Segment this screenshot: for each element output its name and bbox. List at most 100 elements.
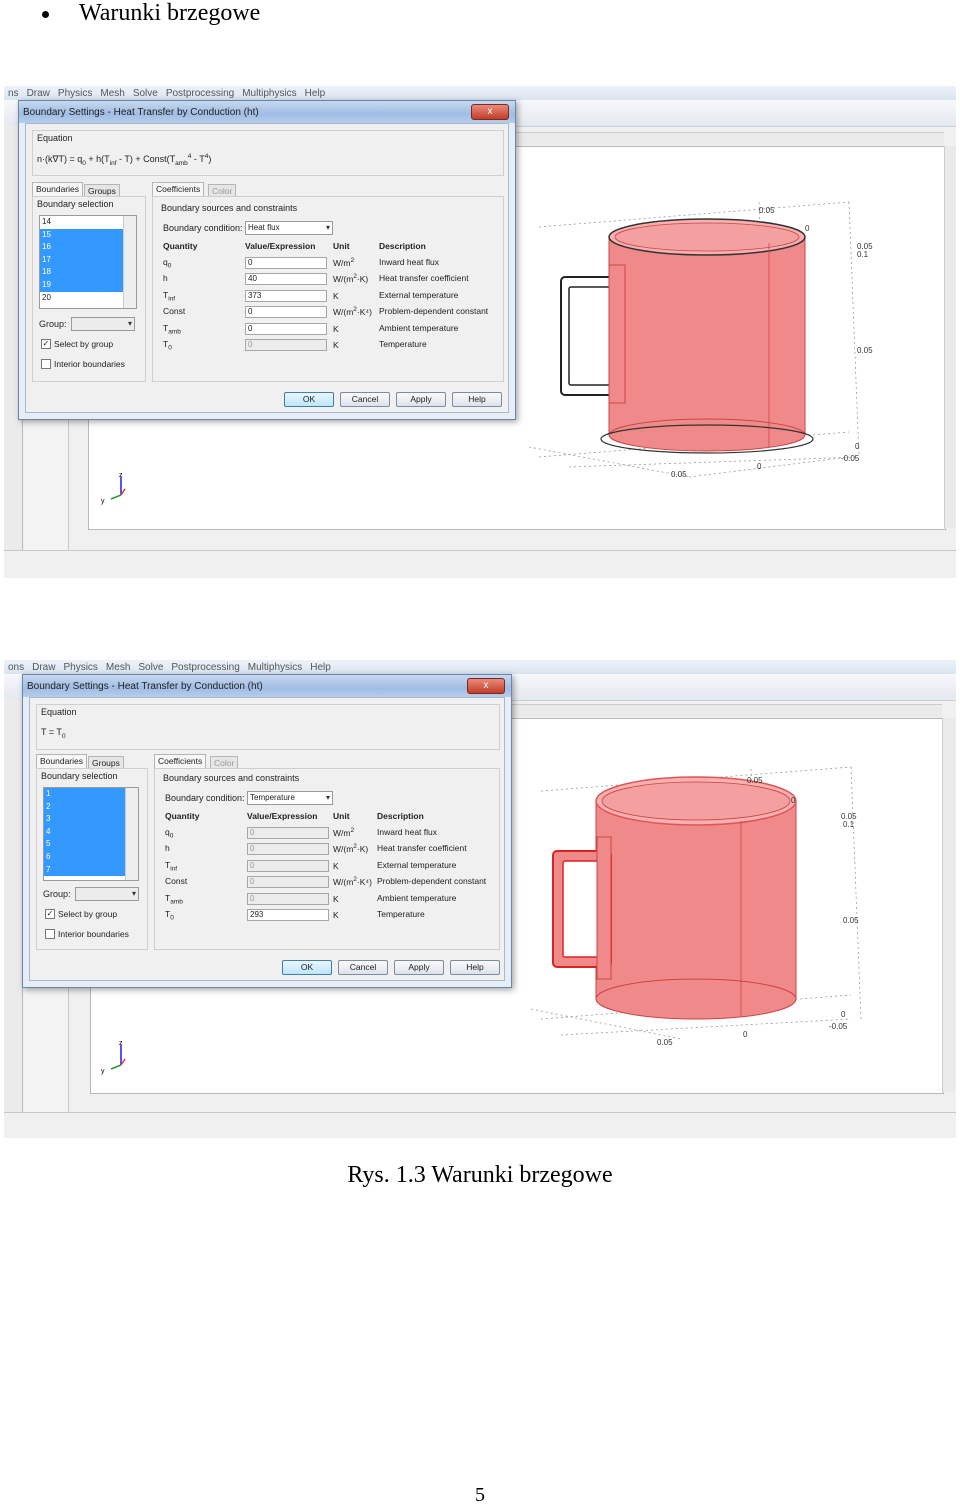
dialog-body: Equation n·(k∇T) = q0 + h(Tinf - T) + Co… [25, 123, 509, 413]
list-item[interactable]: 1 [44, 788, 126, 801]
list-item[interactable]: 5 [44, 838, 126, 851]
ok-button[interactable]: OK [282, 960, 332, 975]
value-field[interactable]: 0 [247, 876, 329, 889]
select-by-group-checkbox[interactable]: ✓ Select by group [41, 339, 113, 349]
boundary-list[interactable]: 14 15 16 17 18 19 20 [39, 215, 137, 309]
value-field[interactable]: 0 [245, 306, 327, 319]
vertical-scrollbar[interactable] [942, 718, 955, 1092]
apply-button[interactable]: Apply [394, 960, 444, 975]
interior-boundaries-checkbox[interactable]: Interior boundaries [45, 929, 129, 939]
tab-boundaries[interactable]: Boundaries [36, 754, 88, 768]
value-field[interactable]: 0 [247, 827, 329, 839]
list-item[interactable]: 18 [40, 266, 124, 279]
cancel-button[interactable]: Cancel [338, 960, 388, 975]
tick-label: 0.1 [857, 250, 869, 259]
description-cell: Heat transfer coefficient [377, 843, 467, 854]
menu-item[interactable]: Mesh [100, 88, 124, 99]
menu-item[interactable]: Draw [32, 662, 55, 673]
menu-item[interactable]: Multiphysics [248, 662, 302, 673]
list-scrollbar[interactable] [125, 788, 138, 880]
list-item[interactable]: 4 [44, 825, 126, 839]
tick-label: 0 [805, 224, 810, 233]
help-button[interactable]: Help [450, 960, 500, 975]
boundary-condition-select[interactable]: Heat flux [245, 221, 333, 235]
quantity-cell: Tinf [163, 289, 176, 303]
description-cell: External temperature [379, 289, 459, 300]
vertical-scrollbar[interactable] [944, 146, 956, 528]
tick-label: 0.05 [759, 206, 775, 215]
quantity-cell: T0 [163, 339, 172, 352]
unit-cell: K [333, 893, 339, 904]
value-field[interactable]: 0 [247, 843, 329, 856]
menu-item[interactable]: ns [8, 88, 19, 99]
list-item[interactable]: 17 [40, 253, 124, 267]
list-item[interactable]: 3 [44, 813, 126, 826]
value-field[interactable]: 40 [245, 273, 327, 286]
list-item[interactable]: 2 [44, 800, 126, 814]
boundaries-panel: Boundary selection 14 15 16 17 18 19 20 Group:… [32, 196, 146, 382]
menu-item[interactable]: Draw [27, 88, 50, 99]
menu-item[interactable]: Postprocessing [171, 662, 239, 673]
list-item[interactable]: 15 [40, 228, 124, 242]
boundary-list[interactable]: 1234567 [43, 787, 139, 881]
value-field[interactable]: 0 [247, 859, 329, 872]
equation-label: Equation [41, 707, 77, 717]
dialog-title: Boundary Settings - Heat Transfer by Con… [19, 101, 515, 123]
group-select[interactable] [71, 317, 135, 331]
close-button[interactable]: x [471, 104, 509, 120]
menu-item[interactable]: Solve [138, 662, 163, 673]
list-scrollbar[interactable] [123, 216, 136, 308]
close-button[interactable]: x [467, 678, 505, 694]
value-field[interactable]: 0 [245, 257, 327, 269]
value-field[interactable]: 0 [245, 339, 327, 351]
list-item[interactable]: 19 [40, 278, 124, 292]
list-item[interactable]: 20 [40, 292, 124, 305]
help-button[interactable]: Help [452, 392, 502, 407]
quantity-cell: Const [165, 876, 188, 887]
group-select[interactable] [75, 887, 139, 901]
menu-item[interactable]: Multiphysics [242, 88, 296, 99]
value-field[interactable]: 293 [247, 909, 329, 921]
select-by-group-checkbox[interactable]: ✓ Select by group [45, 909, 117, 919]
value-field[interactable]: 0 [245, 322, 327, 335]
draw-toolbar [24, 416, 69, 552]
section-heading: Warunki brzegowe [42, 0, 260, 27]
list-item[interactable]: 14 [40, 216, 124, 229]
list-item[interactable]: 16 [40, 241, 124, 254]
list-item[interactable]: 7 [44, 863, 126, 877]
tick-label: 0.05 [747, 776, 763, 785]
menu-item[interactable]: Solve [133, 88, 158, 99]
quantity-cell: q0 [165, 827, 174, 840]
axis-label-z: z [119, 472, 123, 479]
description-cell: Inward heat flux [379, 257, 440, 267]
menu-item[interactable]: Mesh [106, 662, 130, 673]
menu-item[interactable]: Physics [58, 88, 92, 99]
ok-button[interactable]: OK [284, 392, 334, 407]
left-toolbar [4, 700, 23, 1120]
value-field[interactable]: 0 [247, 892, 329, 905]
checkbox-label: Interior boundaries [58, 929, 129, 939]
menu-item[interactable]: ons [8, 662, 24, 673]
tab-coefficients[interactable]: Coefficients [152, 182, 205, 196]
tab-coefficients[interactable]: Coefficients [154, 754, 207, 768]
cancel-button[interactable]: Cancel [340, 392, 390, 407]
header-unit: Unit [333, 241, 350, 251]
tick-label: 0 [791, 796, 796, 805]
interior-boundaries-checkbox[interactable]: Interior boundaries [41, 359, 125, 369]
menu-item[interactable]: Postprocessing [166, 88, 234, 99]
boundaries-panel: Boundary selection 1234567 Group: ✓Selec… [36, 768, 148, 950]
boundary-settings-dialog: Boundary Settings - Heat Transfer by Con… [18, 100, 516, 420]
menu-item[interactable]: Help [305, 88, 326, 99]
tab-boundaries[interactable]: Boundaries [32, 182, 84, 196]
mug-shape [560, 218, 814, 454]
boundary-condition-select[interactable]: Temperature [247, 791, 333, 805]
menu-bar: ons Draw Physics Mesh Solve Postprocessing Mul… [4, 660, 956, 674]
menu-item[interactable]: Physics [63, 662, 97, 673]
quantity-cell: Const [163, 306, 186, 317]
value-field[interactable]: 373 [245, 289, 327, 302]
apply-button[interactable]: Apply [396, 392, 446, 407]
description-cell: Heat transfer coefficient [379, 273, 469, 284]
menu-item[interactable]: Help [310, 662, 331, 673]
header-unit: Unit [333, 811, 350, 821]
list-item[interactable]: 6 [44, 850, 126, 864]
